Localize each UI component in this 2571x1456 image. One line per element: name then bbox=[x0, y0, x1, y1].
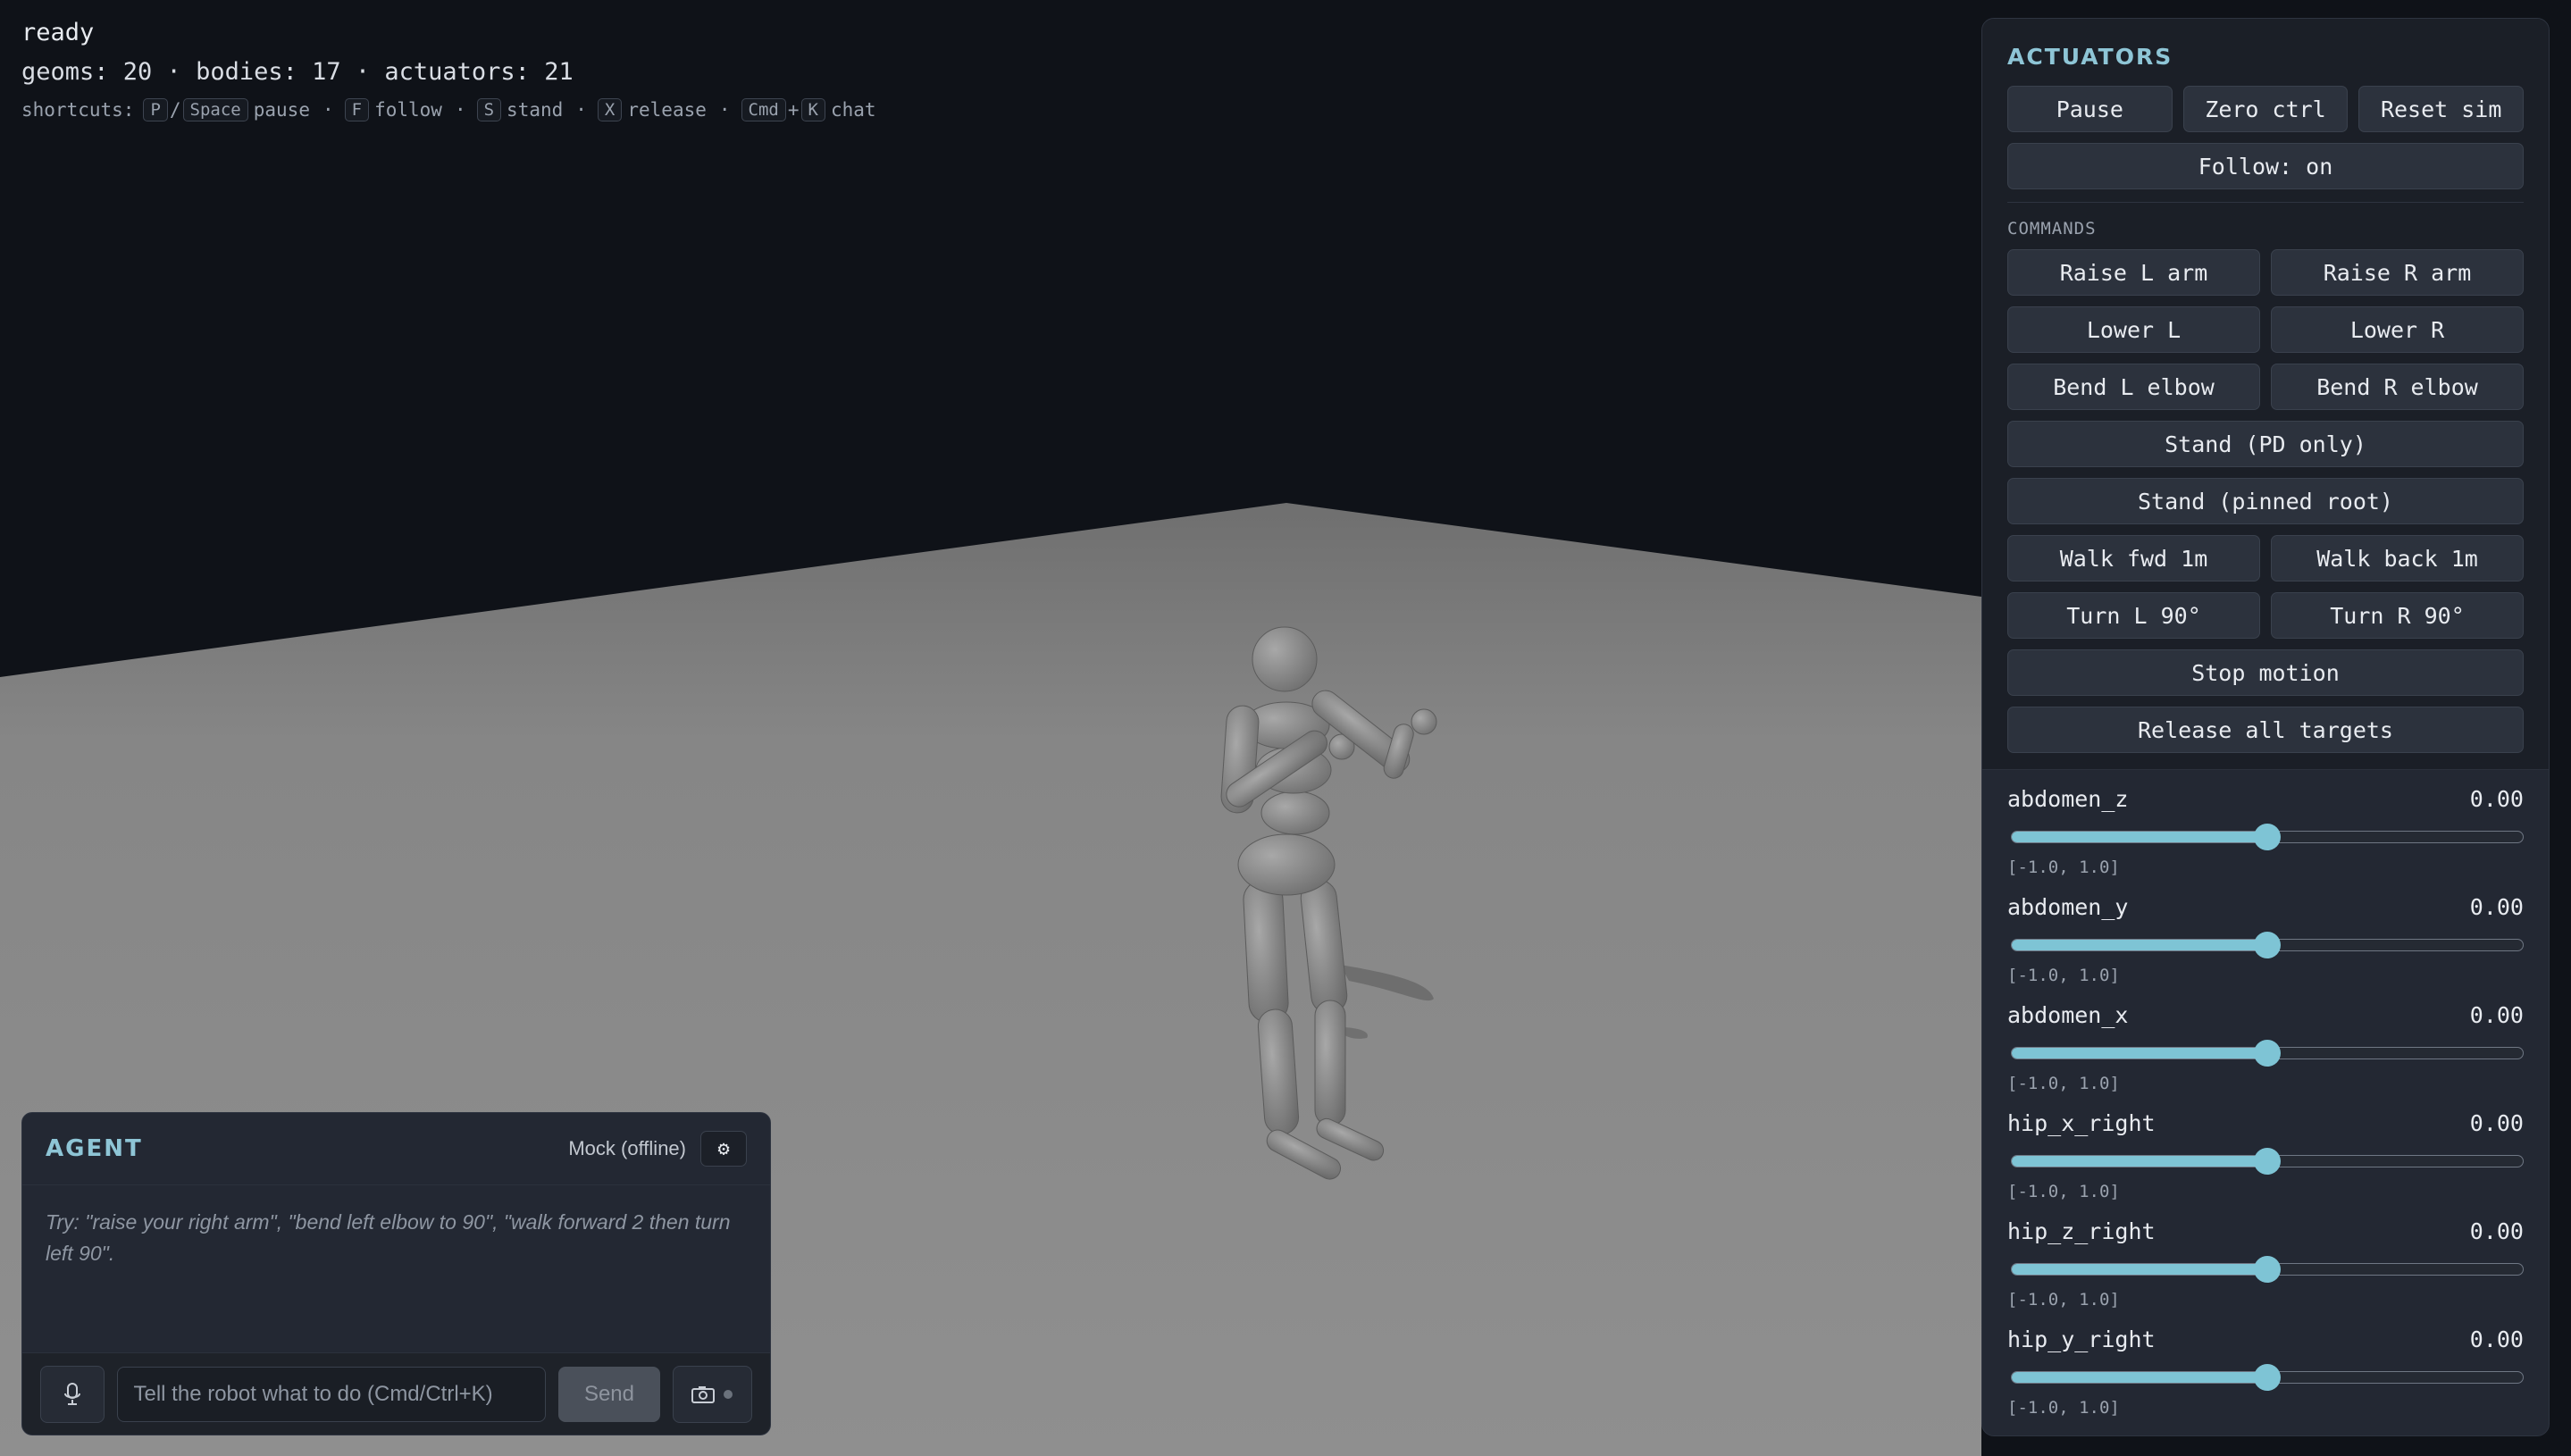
lower-left-button[interactable]: Lower L bbox=[2007, 306, 2260, 353]
separator: · bbox=[322, 99, 334, 121]
camera-button[interactable] bbox=[672, 1365, 752, 1423]
slider-hip-x-right: hip_x_right 0.00 [-1.0, 1.0] bbox=[2007, 1110, 2524, 1218]
slider-track[interactable] bbox=[2011, 824, 2524, 850]
status-text: ready bbox=[21, 19, 95, 46]
shortcut-action-chat: chat bbox=[830, 99, 876, 121]
key-f: F bbox=[344, 98, 370, 121]
separator: · bbox=[454, 99, 466, 121]
actuator-sliders: abdomen_z 0.00 [-1.0, 1.0] abdomen_y 0.0… bbox=[1982, 770, 2549, 1435]
agent-settings-button[interactable]: ⚙ bbox=[700, 1131, 747, 1167]
slider-range: [-1.0, 1.0] bbox=[2007, 858, 2120, 877]
agent-mode-label: Mock (offline) bbox=[568, 1137, 686, 1159]
slider-label: abdomen_x bbox=[2007, 1002, 2129, 1028]
slider-thumb[interactable] bbox=[2254, 1148, 2281, 1175]
actuators-panel: ACTUATORS Pause Zero ctrl Reset sim Foll… bbox=[1981, 18, 2550, 1436]
key-joiner: / bbox=[169, 99, 181, 121]
turn-right-button[interactable]: Turn R 90° bbox=[2271, 592, 2524, 639]
slider-thumb[interactable] bbox=[2254, 932, 2281, 958]
microphone-icon bbox=[63, 1382, 80, 1405]
key-s: S bbox=[476, 98, 502, 121]
raise-right-arm-button[interactable]: Raise R arm bbox=[2271, 249, 2524, 296]
slider-value: 0.00 bbox=[2469, 1002, 2524, 1028]
stand-pd-button[interactable]: Stand (PD only) bbox=[2007, 421, 2524, 467]
stop-motion-button[interactable]: Stop motion bbox=[2007, 649, 2524, 696]
shortcut-action-release: release bbox=[627, 99, 707, 121]
slider-value: 0.00 bbox=[2469, 1326, 2524, 1352]
slider-abdomen-y: abdomen_y 0.00 [-1.0, 1.0] bbox=[2007, 894, 2524, 1002]
separator: · bbox=[718, 99, 731, 121]
reset-sim-button[interactable]: Reset sim bbox=[2358, 86, 2525, 132]
camera-status-dot bbox=[724, 1389, 733, 1399]
key-space: Space bbox=[182, 98, 248, 121]
agent-input-bar: Send bbox=[22, 1352, 770, 1435]
stand-pinned-button[interactable]: Stand (pinned root) bbox=[2007, 478, 2524, 524]
slider-label: abdomen_y bbox=[2007, 894, 2129, 920]
divider bbox=[2007, 202, 2524, 203]
slider-track[interactable] bbox=[2011, 1040, 2524, 1067]
slider-thumb[interactable] bbox=[2254, 1040, 2281, 1067]
hud-overlay: ready geoms: 20 · bodies: 17 · actuators… bbox=[21, 16, 880, 121]
pause-button[interactable]: Pause bbox=[2007, 86, 2173, 132]
lower-right-button[interactable]: Lower R bbox=[2271, 306, 2524, 353]
slider-value: 0.00 bbox=[2469, 894, 2524, 920]
shortcut-action-follow: follow bbox=[374, 99, 442, 121]
send-button[interactable]: Send bbox=[558, 1366, 660, 1422]
key-p: P bbox=[143, 98, 168, 121]
bend-left-elbow-button[interactable]: Bend L elbow bbox=[2007, 364, 2260, 410]
slider-thumb[interactable] bbox=[2254, 1256, 2281, 1283]
slider-range: [-1.0, 1.0] bbox=[2007, 1074, 2120, 1093]
slider-range: [-1.0, 1.0] bbox=[2007, 1182, 2120, 1201]
agent-panel: AGENT Mock (offline) ⚙ Try: "raise your … bbox=[21, 1112, 771, 1435]
release-all-targets-button[interactable]: Release all targets bbox=[2007, 707, 2524, 753]
raise-left-arm-button[interactable]: Raise L arm bbox=[2007, 249, 2260, 296]
agent-hint-text: Try: "raise your right arm", "bend left … bbox=[46, 1210, 731, 1265]
slider-value: 0.00 bbox=[2469, 1218, 2524, 1244]
slider-label: hip_x_right bbox=[2007, 1110, 2156, 1136]
slider-label: hip_y_right bbox=[2007, 1326, 2156, 1352]
key-cmd: Cmd bbox=[741, 98, 786, 121]
turn-left-button[interactable]: Turn L 90° bbox=[2007, 592, 2260, 639]
shortcuts-legend: shortcuts: P / Space pause · F follow · … bbox=[21, 98, 880, 121]
walk-back-button[interactable]: Walk back 1m bbox=[2271, 535, 2524, 582]
scene-counts: geoms: 20 · bodies: 17 · actuators: 21 bbox=[21, 58, 574, 86]
separator: · bbox=[575, 99, 587, 121]
actuators-controls: ACTUATORS Pause Zero ctrl Reset sim Foll… bbox=[1982, 19, 2549, 770]
chat-input[interactable] bbox=[116, 1366, 547, 1422]
zero-ctrl-button[interactable]: Zero ctrl bbox=[2182, 86, 2349, 132]
bend-right-elbow-button[interactable]: Bend R elbow bbox=[2271, 364, 2524, 410]
agent-title: AGENT bbox=[46, 1135, 143, 1162]
slider-thumb[interactable] bbox=[2254, 1364, 2281, 1391]
slider-range: [-1.0, 1.0] bbox=[2007, 1398, 2120, 1418]
key-x: X bbox=[597, 98, 623, 121]
slider-abdomen-z: abdomen_z 0.00 [-1.0, 1.0] bbox=[2007, 786, 2524, 894]
slider-track[interactable] bbox=[2011, 1148, 2524, 1175]
slider-track[interactable] bbox=[2011, 1364, 2524, 1391]
camera-icon bbox=[691, 1385, 716, 1403]
slider-value: 0.00 bbox=[2469, 786, 2524, 812]
slider-track[interactable] bbox=[2011, 1256, 2524, 1283]
commands-label: COMMANDS bbox=[2007, 219, 2097, 238]
slider-range: [-1.0, 1.0] bbox=[2007, 1290, 2120, 1310]
walk-forward-button[interactable]: Walk fwd 1m bbox=[2007, 535, 2260, 582]
shortcuts-label: shortcuts: bbox=[21, 99, 135, 121]
slider-track[interactable] bbox=[2011, 932, 2524, 958]
actuators-title: ACTUATORS bbox=[2007, 44, 2173, 70]
follow-toggle-button[interactable]: Follow: on bbox=[2007, 143, 2524, 189]
slider-hip-y-right: hip_y_right 0.00 [-1.0, 1.0] bbox=[2007, 1326, 2524, 1435]
slider-thumb[interactable] bbox=[2254, 824, 2281, 850]
microphone-button[interactable] bbox=[40, 1365, 105, 1423]
agent-header: AGENT Mock (offline) ⚙ bbox=[22, 1113, 770, 1185]
slider-abdomen-x: abdomen_x 0.00 [-1.0, 1.0] bbox=[2007, 1002, 2524, 1110]
shortcut-action-pause: pause bbox=[253, 99, 310, 121]
slider-label: abdomen_z bbox=[2007, 786, 2129, 812]
slider-hip-z-right: hip_z_right 0.00 [-1.0, 1.0] bbox=[2007, 1218, 2524, 1326]
shortcut-action-stand: stand bbox=[507, 99, 564, 121]
key-k: K bbox=[800, 98, 825, 121]
slider-value: 0.00 bbox=[2469, 1110, 2524, 1136]
key-joiner: + bbox=[787, 99, 800, 121]
slider-label: hip_z_right bbox=[2007, 1218, 2156, 1244]
slider-range: [-1.0, 1.0] bbox=[2007, 966, 2120, 985]
gear-icon: ⚙ bbox=[717, 1137, 730, 1160]
